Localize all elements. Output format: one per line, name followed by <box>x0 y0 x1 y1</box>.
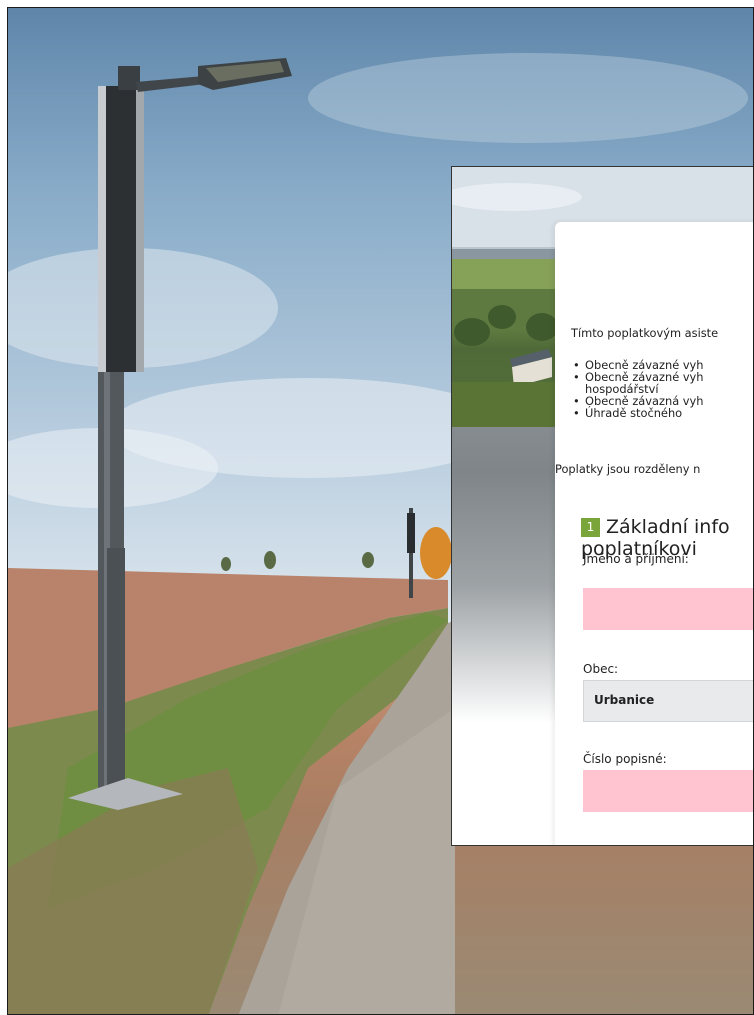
form-screenshot: Tímto poplatkovým asiste Obecně závazné … <box>451 166 753 846</box>
cislo-popisne-field[interactable] <box>583 770 753 812</box>
intro-text: Tímto poplatkovým asiste <box>571 326 719 340</box>
fees-note: Poplatky jsou rozděleny n <box>555 462 701 476</box>
cislo-popisne-label: Číslo popisné: <box>583 752 667 766</box>
section-number-badge: 1 <box>581 518 600 537</box>
name-label: Jméno a příjmení: <box>583 552 689 566</box>
list-item: Obecně závazné vyh <box>571 371 704 383</box>
photo-frame: Tímto poplatkovým asiste Obecně závazné … <box>7 7 754 1015</box>
name-field[interactable] <box>583 588 753 630</box>
list-item: Úhradě stočného <box>571 407 704 419</box>
section-title-line1: Základní info <box>606 516 730 538</box>
form-card: Tímto poplatkovým asiste Obecně závazné … <box>555 222 753 845</box>
obec-label: Obec: <box>583 662 619 676</box>
obec-selected-value: Urbanice <box>594 693 655 707</box>
regulation-list: Obecně závazné vyh Obecně závazné vyh ho… <box>571 359 704 419</box>
obec-select[interactable]: Urbanice <box>583 680 753 722</box>
